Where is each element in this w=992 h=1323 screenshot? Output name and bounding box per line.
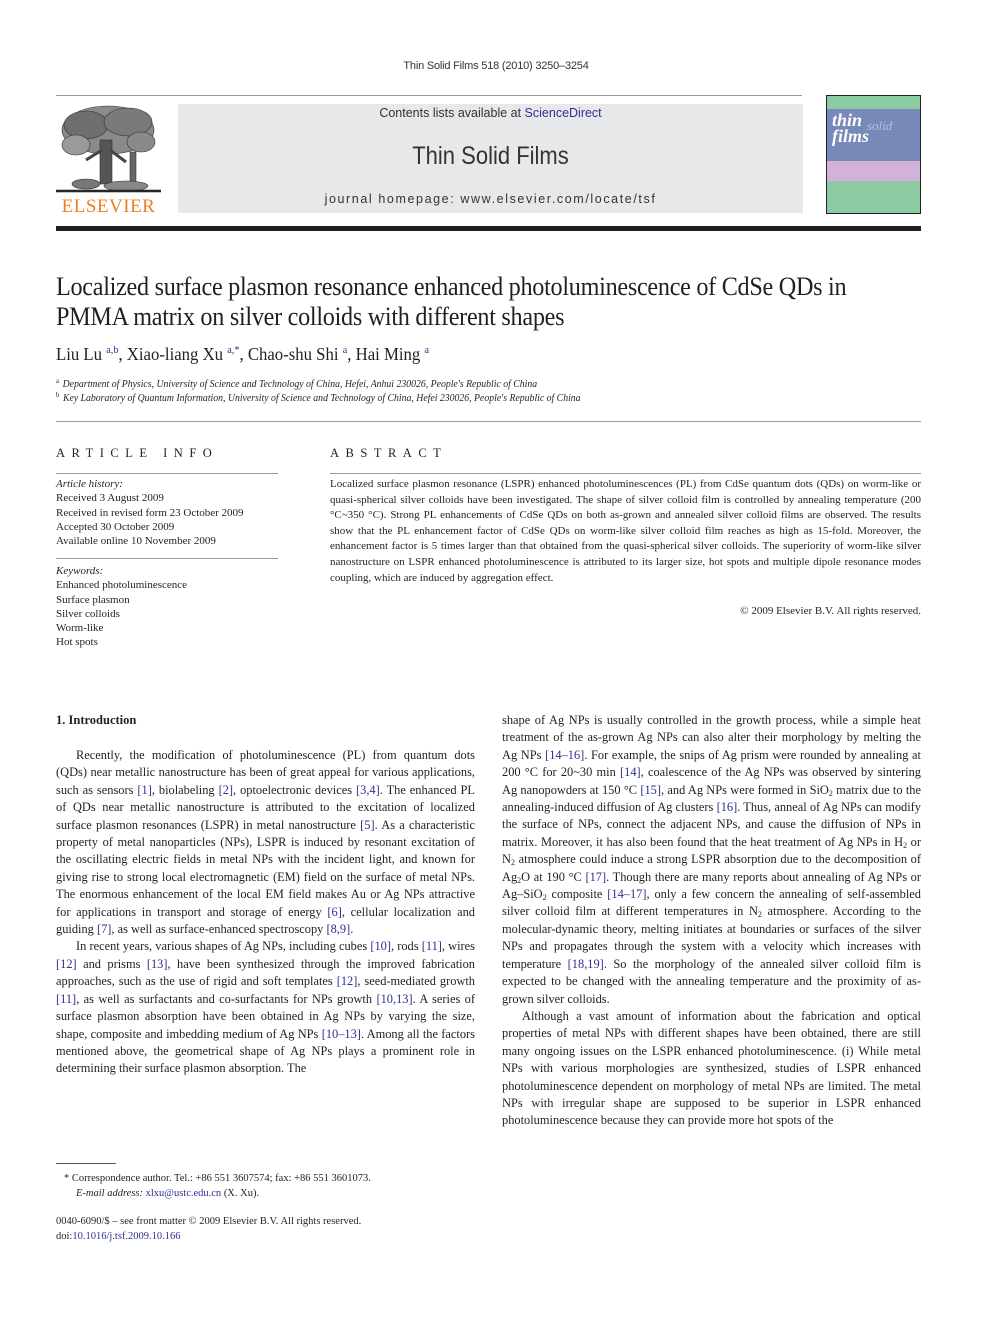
citation-link[interactable]: [11] bbox=[56, 992, 76, 1006]
subscript: 2 bbox=[510, 858, 515, 868]
doi-link[interactable]: 10.1016/j.tsf.2009.10.166 bbox=[72, 1231, 180, 1242]
citation-link[interactable]: [6] bbox=[327, 905, 341, 919]
journal-title: Thin Solid Films bbox=[412, 142, 569, 170]
sciencedirect-link[interactable]: ScienceDirect bbox=[525, 106, 602, 120]
citation-link[interactable]: [7] bbox=[97, 922, 111, 936]
citation-link[interactable]: [16] bbox=[717, 800, 738, 814]
author[interactable]: Xiao-liang Xu a,* bbox=[127, 344, 240, 364]
citation-link[interactable]: [14] bbox=[620, 765, 641, 779]
keyword: Silver colloids bbox=[56, 607, 120, 620]
affiliation: a Department of Physics, University of Sc… bbox=[56, 377, 538, 390]
history-item: Received in revised form 23 October 2009 bbox=[56, 506, 244, 519]
article-history-heading: Article history: bbox=[56, 478, 123, 490]
divider bbox=[56, 473, 278, 474]
keyword: Worm-like bbox=[56, 622, 104, 635]
subscript: 2 bbox=[542, 893, 547, 903]
article-history: Article history: Received 3 August 2009 … bbox=[56, 477, 278, 548]
author[interactable]: Liu Lu a,b bbox=[56, 344, 118, 364]
citation-link[interactable]: [11] bbox=[422, 939, 442, 953]
cover-title: thin films bbox=[832, 110, 870, 146]
citation-link[interactable]: [17] bbox=[585, 870, 606, 884]
citation-link[interactable]: [15] bbox=[640, 783, 661, 797]
citation-link[interactable]: [12] bbox=[56, 957, 77, 971]
citation-link[interactable]: [8,9] bbox=[326, 922, 350, 936]
citation-link[interactable]: [3,4] bbox=[356, 783, 380, 797]
footnote-rule bbox=[56, 1163, 116, 1164]
email-line: E-mail address: xlxu@ustc.edu.cn (X. Xu)… bbox=[76, 1188, 260, 1199]
citation-link[interactable]: [10] bbox=[370, 939, 391, 953]
journal-homepage[interactable]: journal homepage: www.elsevier.com/locat… bbox=[178, 192, 803, 206]
keyword: Hot spots bbox=[56, 636, 98, 649]
citation-link[interactable]: [2] bbox=[219, 783, 233, 797]
header-top-rule bbox=[56, 95, 802, 96]
body-column-left: Recently, the modification of photolumin… bbox=[56, 747, 475, 1078]
email-link[interactable]: xlxu@ustc.edu.cn bbox=[146, 1188, 222, 1199]
paragraph: Although a vast amount of information ab… bbox=[502, 1008, 921, 1128]
divider bbox=[56, 421, 921, 422]
citation-link[interactable]: [10,13] bbox=[376, 992, 412, 1006]
front-matter: 0040-6090/$ – see front matter © 2009 El… bbox=[56, 1216, 362, 1242]
paragraph: Recently, the modification of photolumin… bbox=[56, 748, 476, 937]
paragraph: In recent years, various shapes of Ag NP… bbox=[56, 939, 475, 1076]
article-info-label: ARTICLE INFO bbox=[56, 446, 219, 460]
citation-link[interactable]: [12] bbox=[337, 974, 358, 988]
author[interactable]: Chao-shu Shi a bbox=[248, 344, 347, 364]
cover-subtitle: solid bbox=[867, 118, 893, 133]
header-bottom-rule bbox=[56, 226, 921, 231]
subscript: 2 bbox=[828, 788, 833, 798]
running-head: Thin Solid Films 518 (2010) 3250–3254 bbox=[403, 60, 589, 72]
citation-link[interactable]: [14–17] bbox=[607, 887, 646, 901]
abstract-label: ABSTRACT bbox=[330, 446, 448, 460]
author[interactable]: Hai Ming a bbox=[356, 344, 429, 364]
keyword: Surface plasmon bbox=[56, 593, 130, 606]
keyword: Enhanced photoluminescence bbox=[56, 579, 188, 592]
divider bbox=[56, 558, 278, 559]
citation-link[interactable]: [13] bbox=[147, 957, 168, 971]
keywords: Keywords: Enhanced photoluminescence Sur… bbox=[56, 564, 278, 650]
history-item: Available online 10 November 2009 bbox=[56, 535, 216, 548]
keywords-heading: Keywords: bbox=[56, 565, 104, 577]
subscript: 2 bbox=[517, 875, 522, 885]
citation-link[interactable]: [10–13] bbox=[322, 1027, 361, 1041]
citation-link[interactable]: [1] bbox=[137, 783, 151, 797]
author-affiliation-mark[interactable]: a,b bbox=[106, 344, 118, 356]
body-column-right: shape of Ag NPs is usually controlled in… bbox=[502, 712, 921, 1130]
section-heading-introduction: 1. Introduction bbox=[56, 713, 137, 727]
history-item: Accepted 30 October 2009 bbox=[56, 520, 175, 533]
citation-link[interactable]: [14–16] bbox=[545, 748, 584, 762]
abstract-text: Localized surface plasmon resonance (LSP… bbox=[330, 478, 921, 584]
doi-line: doi:10.1016/j.tsf.2009.10.166 bbox=[56, 1231, 181, 1242]
abstract-copyright: © 2009 Elsevier B.V. All rights reserved… bbox=[740, 605, 921, 617]
citation-link[interactable]: [5] bbox=[360, 818, 374, 832]
author-list: Liu Lu a,b, Xiao-liang Xu a,*, Chao-shu … bbox=[56, 344, 429, 364]
contents-prefix: Contents lists available at bbox=[379, 106, 525, 120]
divider bbox=[330, 473, 921, 474]
journal-banner: Contents lists available at ScienceDirec… bbox=[178, 104, 803, 213]
citation-link[interactable]: [18,19] bbox=[568, 957, 604, 971]
history-item: Received 3 August 2009 bbox=[56, 492, 164, 505]
tree-icon bbox=[56, 105, 161, 193]
subscript: 2 bbox=[903, 840, 908, 850]
article-title: Localized surface plasmon resonance enha… bbox=[56, 272, 847, 331]
correspondence-footnote: * Correspondence author. Tel.: +86 551 3… bbox=[64, 1173, 371, 1199]
author-affiliation-mark[interactable]: a,* bbox=[227, 344, 239, 356]
affiliation: b Key Laboratory of Quantum Information, … bbox=[56, 391, 581, 404]
elsevier-logo[interactable]: ELSEVIER bbox=[56, 100, 161, 217]
elsevier-wordmark: ELSEVIER bbox=[61, 196, 156, 217]
subscript: 2 bbox=[757, 910, 762, 920]
author-affiliation-mark[interactable]: a bbox=[424, 344, 429, 356]
journal-cover-thumbnail[interactable]: thin films solid bbox=[826, 95, 921, 214]
paragraph: shape of Ag NPs is usually controlled in… bbox=[502, 713, 922, 1006]
contents-line: Contents lists available at ScienceDirec… bbox=[178, 106, 803, 120]
